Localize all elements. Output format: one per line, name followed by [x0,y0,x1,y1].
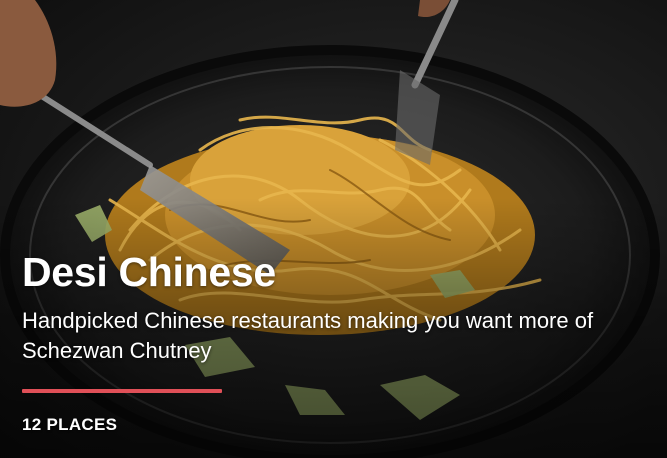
collection-subtitle: Handpicked Chinese restaurants making yo… [22,308,594,363]
collection-card[interactable]: Desi Chinese Handpicked Chinese restaura… [0,0,667,458]
accent-divider [22,389,222,393]
hand [0,0,57,107]
places-count: 12 PLACES [22,415,118,434]
collection-title: Desi Chinese [22,249,276,295]
